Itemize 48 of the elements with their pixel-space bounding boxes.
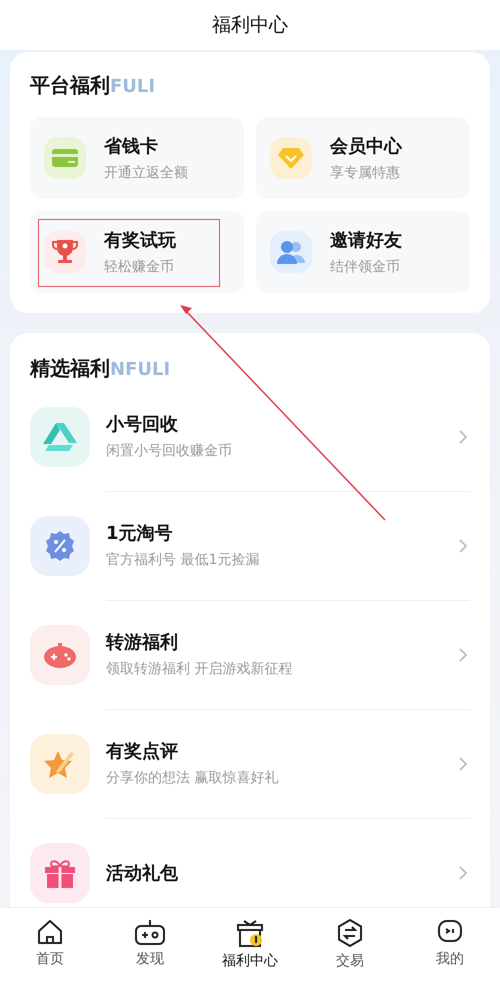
item-title[interactable]: 转游福利 [106, 630, 470, 654]
benefit-tile[interactable]: 省钱卡 开通立返全额 [30, 117, 244, 199]
card-icon [51, 147, 79, 169]
chevron-icon[interactable] [458, 756, 468, 772]
item-subtitle: 闲置小号回收赚金币 [106, 442, 233, 460]
percent-badge-icon [44, 530, 76, 562]
item-subtitle: 分享你的想法 赢取惊喜好礼 [106, 769, 280, 787]
gift-box-icon [235, 918, 265, 948]
gamepad-icon [43, 640, 77, 668]
tile-title: 有奖试玩 [104, 229, 176, 252]
page-title: 福利中心 [212, 13, 288, 38]
tile-subtitle: 轻松赚金币 [104, 258, 175, 276]
item-title[interactable]: 小号回收 [106, 412, 470, 436]
section-heading: 平台福利 [30, 72, 110, 99]
item-subtitle: 官方福利号 最低1元捡漏 [106, 551, 260, 569]
diamond-icon [277, 146, 305, 170]
item-subtitle: 领取转游福利 开启游戏新征程 [106, 660, 294, 678]
benefit-tile[interactable]: 邀请好友 结伴领金币 [256, 211, 470, 293]
tab-item[interactable]: 发现 [100, 908, 200, 988]
tile-subtitle: 结伴领金币 [330, 258, 401, 276]
trophy-icon [52, 238, 78, 266]
item-title[interactable]: 有奖点评 [106, 739, 470, 763]
tab-item[interactable]: 首页 [0, 908, 100, 988]
chevron-icon[interactable] [458, 864, 468, 880]
triangle-logo-icon [43, 422, 77, 452]
tile-title: 邀请好友 [330, 229, 402, 252]
chevron-icon[interactable] [458, 428, 468, 444]
gift-icon [43, 858, 77, 888]
item-title[interactable]: 1元淘号 [106, 521, 470, 545]
gamepad-icon [134, 918, 166, 946]
exchange-icon [336, 918, 364, 948]
benefit-tile[interactable]: 有奖试玩 轻松赚金币 [30, 211, 244, 293]
chevron-icon[interactable] [458, 646, 468, 662]
heading-decoration: NFULI [110, 359, 170, 380]
tab-item[interactable]: 交易 [300, 908, 400, 988]
tile-title: 会员中心 [330, 135, 402, 158]
home-icon [36, 918, 64, 946]
tile-subtitle: 享专属特惠 [330, 164, 401, 182]
tile-subtitle: 开通立返全额 [104, 164, 188, 182]
chevron-icon[interactable] [458, 538, 468, 554]
tile-title: 省钱卡 [104, 135, 159, 158]
people-icon [276, 239, 306, 265]
tab-item[interactable]: 福利中心 [200, 908, 300, 988]
section-heading: 精选福利 [30, 355, 110, 382]
benefit-tile[interactable]: 会员中心 享专属特惠 [256, 117, 470, 199]
tab-item[interactable]: 我的 [400, 908, 500, 988]
heading-decoration: FULI [110, 76, 156, 97]
item-title[interactable]: 活动礼包 [106, 860, 470, 884]
